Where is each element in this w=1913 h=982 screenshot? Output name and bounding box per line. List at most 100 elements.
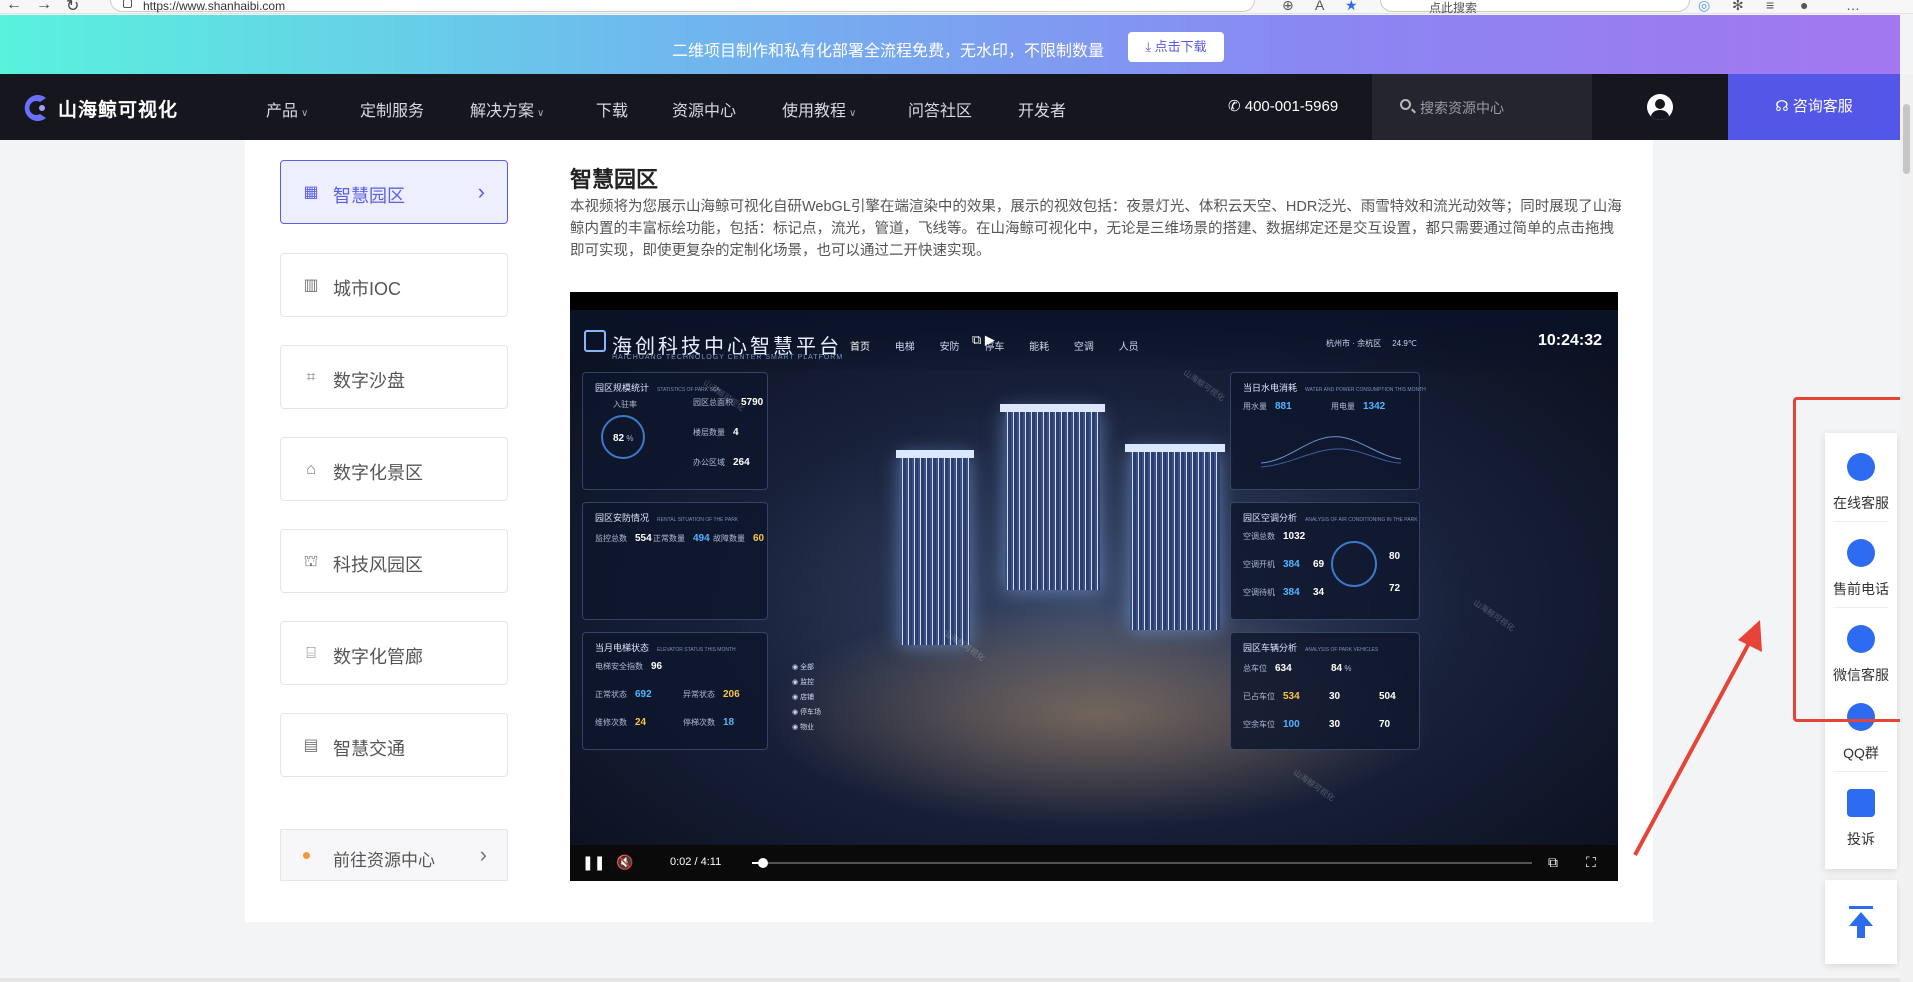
video-card-water-power: 当日水电消耗 WATER AND POWER CONSUMPTION THIS M… [1230,372,1426,490]
video-building-right-roof [1125,444,1225,452]
chevron-down-icon: ∨ [849,108,857,119]
goto-resource-center-button[interactable]: 前往资源中心 › [280,829,508,881]
sidebar-item-tech-park[interactable]: ⛫ 科技风园区 [280,529,508,593]
extension-icon[interactable]: ◎ [1698,0,1710,13]
content-panel: ▦ 智慧园区 › ▥ 城市IOC ⌗ 数字沙盘 ⌂ 数字化景区 ⛫ 科技风园区 … [245,140,1653,922]
address-bar[interactable]: https://www.shanhaibi.com [110,0,1255,13]
elevator-normal: 正常状态 692 [595,689,652,700]
refresh-icon[interactable]: ↻ [66,0,79,13]
sidebar-item-city-ioc[interactable]: ▥ 城市IOC [280,253,508,317]
chevron-down-icon: ∨ [301,108,309,119]
resource-search-placeholder: 搜索资源中心 [1420,100,1504,116]
sidebar-item-label: 数字沙盘 [333,371,405,391]
parking-under-free: 70 [1379,719,1391,730]
url-text[interactable]: https://www.shanhaibi.com [143,0,285,13]
fullscreen-icon[interactable]: ⛶ [1586,854,1596,871]
promo-download-label: 点击下载 [1154,39,1207,54]
promo-download-button[interactable]: ⤓ 点击下载 [1128,32,1224,62]
mute-icon[interactable]: 🔇 [616,854,633,871]
scrollbar-thumb[interactable] [1903,104,1910,174]
video-building-left-roof [896,450,974,458]
download-icon: ⤓ [1145,39,1155,54]
site-info-icon[interactable] [123,0,132,8]
video-building-center-roof [1000,404,1105,412]
pause-icon[interactable]: ❚❚ [582,854,605,871]
elevator-stop: 停梯次数 18 [683,717,735,728]
read-aloud-icon[interactable]: A [1315,0,1324,13]
nav-item-label: 使用教程 [782,103,847,120]
video-tab: 人员 [1118,342,1139,353]
video-dashboard-subtitle: HAICHUANG TECHNOLOGY CENTER SMART PLATFO… [612,354,844,361]
nav-item-developer[interactable]: 开发者 [1018,97,1066,121]
video-tab: 能耗 [1029,342,1050,353]
nav-item-label: 问答社区 [908,103,973,120]
phone-number[interactable]: ✆ 400-001-5969 [1228,97,1338,115]
video-time: 0:02 / 4:11 [670,856,722,868]
video-tab: 空调 [1073,342,1094,353]
video-building-left [900,455,970,645]
video-card-parking: 园区车辆分析 ANALYSIS OF PARK VEHICLES 总车位 634 8… [1230,632,1420,750]
resource-search-input[interactable]: 搜索资源中心 [1372,74,1592,140]
nav-item-tutorials[interactable]: 使用教程 ∨ [782,97,856,121]
promo-banner: 二维项目制作和私有化部署全流程免费，无水印，不限制数量 ⤓ 点击下载 [0,15,1900,74]
video-progress-handle[interactable] [758,858,769,868]
video-dashboard-tabs: 首页 电梯 安防 停车 能耗 空调 人员 [850,338,1161,353]
water-power-chart [1261,436,1401,468]
logo-icon[interactable] [20,92,52,124]
browser-search-input[interactable]: 点此搜索 [1380,0,1690,14]
video-card-scale: 园区规模统计 STATISTICS OF PARK SCA 82 % 入驻率 园区… [582,372,768,490]
video-dashboard-header: 海创科技中心智慧平台 HAICHUANG TECHNOLOGY CENTER S… [570,310,1618,370]
back-icon[interactable]: ← [6,0,22,13]
logo-text[interactable]: 山海鲸可视化 [58,95,178,122]
consult-service-button[interactable]: ☊ 咨询客服 [1728,74,1900,140]
profile-icon[interactable]: ● [1800,0,1808,13]
sidebar-item-pipe-gallery[interactable]: ⌸ 数字化管廊 [280,621,508,685]
video-progress-bar[interactable] [752,858,1532,868]
favorite-star-icon[interactable]: ★ [1345,0,1358,13]
collections-icon[interactable]: ≡ [1766,0,1774,13]
tenant-label: 入驻率 [613,400,637,409]
floors-row: 楼层数量 4 [693,427,739,438]
video-pip-icons[interactable]: ⧉ ▶ [972,332,995,348]
float-item-label: QQ群 [1843,745,1879,761]
sidebar-item-smart-traffic[interactable]: ▤ 智慧交通 [280,713,508,777]
video-player[interactable]: 海创科技中心智慧平台 HAICHUANG TECHNOLOGY CENTER S… [570,292,1618,881]
back-to-top-button[interactable] [1825,880,1897,964]
more-menu-icon[interactable]: … [1846,0,1860,13]
nav-item-community[interactable]: 问答社区 [908,97,972,121]
nav-item-label: 开发者 [1018,103,1067,120]
elevator-repair: 维修次数 24 [595,717,647,728]
video-card-security: 园区安防情况 RENTAL SITUATION OF THE PARK 监控总数 5… [582,502,768,620]
arrow-stem [1857,924,1865,938]
sidebar-item-smart-park[interactable]: ▦ 智慧园区 › [280,160,508,224]
nav-item-solutions[interactable]: 解决方案 ∨ [470,97,544,121]
complaint-button[interactable]: 投诉 [1825,779,1897,857]
chevron-right-icon: › [477,179,485,204]
video-tab: 电梯 [894,342,915,353]
aircon-on: 空调开机 384 [1243,559,1300,570]
phone-icon: ✆ [1228,98,1245,115]
browser-search-placeholder: 点此搜索 [1429,1,1478,14]
zoom-icon[interactable]: ⊕ [1282,0,1294,13]
parking-ground-free: 30 [1329,719,1341,730]
nav-item-product[interactable]: 产品 ∨ [266,97,308,121]
nav-item-download[interactable]: 下载 [596,97,628,121]
video-clock: 10:24:32 [1538,332,1603,349]
page-scrollbar[interactable] [1900,74,1913,982]
sidebar-item-digital-scenic[interactable]: ⌂ 数字化景区 [280,437,508,501]
video-card-elevator: 当月电梯状态 ELEVATOR STATUS THIS MONTH 电梯安全指数 9… [582,632,768,750]
power-row: 用电量 1342 [1331,401,1386,412]
video-frame[interactable]: 海创科技中心智慧平台 HAICHUANG TECHNOLOGY CENTER S… [570,310,1618,845]
nav-item-resources[interactable]: 资源中心 [672,97,736,121]
extensions-puzzle-icon[interactable]: ✻ [1732,0,1744,13]
page-title: 智慧园区 [570,167,659,192]
forward-icon[interactable]: → [36,0,52,13]
miniplayer-icon[interactable]: ⧉ [1548,854,1558,871]
card-title: 当日水电消耗 WATER AND POWER CONSUMPTION THIS M… [1243,383,1426,393]
legend-item: ◉ 停车场 [792,709,822,716]
sidebar-item-digital-sandbox[interactable]: ⌗ 数字沙盘 [280,345,508,409]
nav-item-custom-service[interactable]: 定制服务 [360,97,424,121]
video-controls: ❚❚ 🔇 0:02 / 4:11 ⧉ ⛶ [570,845,1618,881]
video-location: 杭州市 · 余杭区 [1326,339,1382,348]
user-avatar[interactable] [1647,94,1673,120]
